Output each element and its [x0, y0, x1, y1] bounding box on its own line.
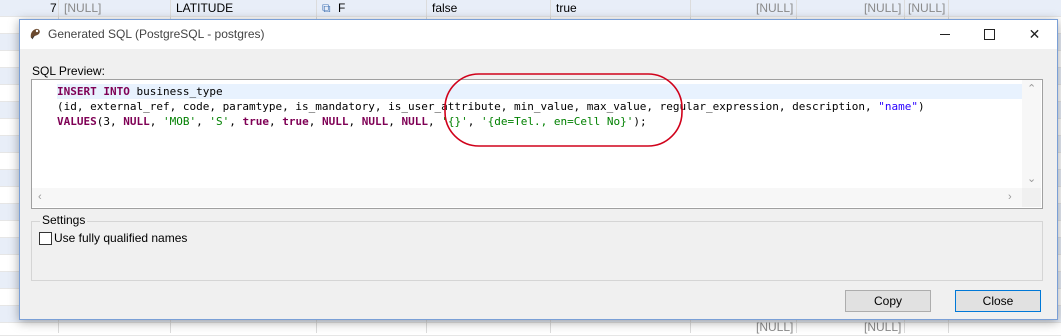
table-cell[interactable]: [NULL]: [756, 0, 793, 16]
sql-token: VALUES: [57, 115, 97, 128]
table-row[interactable]: [NULL] [NULL]: [0, 319, 1061, 336]
copy-button[interactable]: Copy: [845, 290, 931, 312]
scrollbar-corner: [1022, 188, 1041, 207]
minimize-icon: [939, 34, 950, 35]
sql-preview-label: SQL Preview:: [32, 64, 105, 78]
title-bar[interactable]: Generated SQL (PostgreSQL - postgres) ✕: [20, 20, 1057, 49]
settings-legend: Settings: [40, 213, 88, 227]
sql-token: true: [282, 115, 309, 128]
sql-token: INSERT INTO: [57, 85, 137, 98]
close-icon: ✕: [1028, 26, 1041, 42]
sql-token: "name": [878, 100, 918, 113]
settings-group: Settings Use fully qualified names: [31, 213, 1043, 281]
sql-token: business_type: [136, 85, 223, 98]
sql-token: ,: [229, 115, 243, 128]
sql-token: 'S': [209, 115, 230, 128]
table-cell[interactable]: false: [432, 0, 457, 16]
sql-token: true: [242, 115, 270, 128]
sql-token: NULL: [361, 115, 389, 128]
link-icon: ⧉: [322, 1, 331, 15]
sql-token: ,: [308, 115, 322, 128]
vertical-scrollbar[interactable]: ⌃ ⌄: [1022, 80, 1041, 188]
scroll-up-icon[interactable]: ⌃: [1027, 84, 1036, 95]
dialog-title: Generated SQL (PostgreSQL - postgres): [48, 27, 265, 41]
sql-token: ,: [269, 115, 283, 128]
sql-token: NULL: [401, 115, 429, 128]
table-cell[interactable]: LATITUDE: [176, 0, 233, 16]
maximize-icon: [984, 29, 995, 40]
minimize-button[interactable]: [922, 20, 967, 49]
table-cell[interactable]: [NULL]: [864, 0, 901, 16]
close-button[interactable]: Close: [955, 290, 1041, 312]
table-cell[interactable]: true: [556, 0, 577, 16]
sql-token: ): [917, 100, 925, 113]
table-cell[interactable]: [NULL]: [64, 0, 101, 16]
fully-qualified-names-checkbox[interactable]: [39, 232, 52, 245]
row-number: 7: [50, 1, 57, 15]
generated-sql-dialog: Generated SQL (PostgreSQL - postgres) ✕ …: [19, 19, 1058, 320]
sql-token: ,: [428, 115, 442, 128]
sql-token: ,: [196, 115, 210, 128]
sql-token: (3,: [96, 115, 124, 128]
scroll-right-icon[interactable]: ›: [1008, 192, 1012, 203]
table-cell[interactable]: [NULL]: [908, 0, 945, 16]
scroll-left-icon[interactable]: ‹: [38, 192, 42, 203]
maximize-button[interactable]: [967, 20, 1012, 49]
close-window-button[interactable]: ✕: [1012, 20, 1057, 49]
fully-qualified-names-label[interactable]: Use fully qualified names: [54, 231, 187, 245]
dbeaver-icon: [28, 27, 42, 41]
annotation-circle: [444, 73, 683, 147]
sql-token: NULL: [322, 115, 349, 128]
sql-token: 'MOB': [163, 115, 197, 128]
table-row[interactable]: 7 [NULL] LATITUDE ⧉ F false true [NULL] …: [0, 0, 1061, 17]
table-cell[interactable]: F: [338, 0, 345, 16]
horizontal-scrollbar[interactable]: ‹ ›: [32, 188, 1022, 207]
sql-token: ,: [149, 115, 163, 128]
sql-token: NULL: [123, 115, 150, 128]
sql-token: ,: [348, 115, 362, 128]
sql-token: ,: [388, 115, 402, 128]
scroll-down-icon[interactable]: ⌄: [1027, 174, 1036, 185]
